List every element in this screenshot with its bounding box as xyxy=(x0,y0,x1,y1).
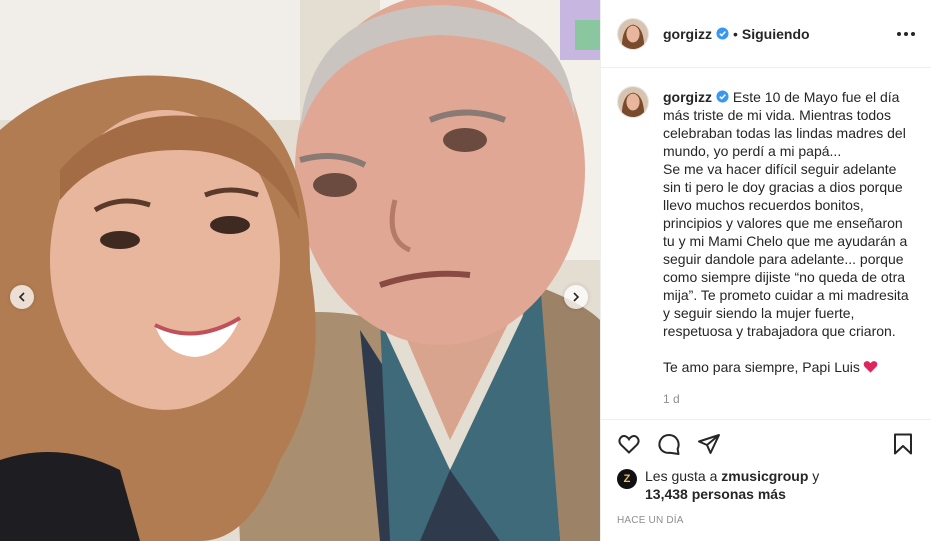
like-button[interactable] xyxy=(617,432,641,456)
caption-text: Este 10 de Mayo fue el día más triste de… xyxy=(663,89,909,339)
author-username[interactable]: gorgizz xyxy=(663,26,712,42)
avatar-image xyxy=(618,87,648,117)
next-photo-button[interactable] xyxy=(564,285,588,309)
caption-body: gorgizz Este 10 de Mayo fue el día más t… xyxy=(663,88,915,408)
post-header: gorgizz • Siguiendo xyxy=(601,0,931,68)
likes-count[interactable]: 13,438 personas más xyxy=(645,486,786,502)
comment-bubble-icon xyxy=(658,433,680,455)
post-side-panel: gorgizz • Siguiendo gorgizz Este 10 de M… xyxy=(600,0,931,541)
likes-prefix: Les gusta a xyxy=(645,468,718,484)
photo-scene xyxy=(0,0,600,541)
caption-comment: gorgizz Este 10 de Mayo fue el día más t… xyxy=(617,86,915,408)
author-avatar[interactable] xyxy=(617,17,649,50)
likes-summary: Z Les gusta a zmusicgroup y 13,438 perso… xyxy=(601,467,931,505)
more-options-icon xyxy=(897,31,901,36)
action-bar xyxy=(601,419,931,467)
verified-badge-icon xyxy=(716,90,729,103)
liker-username[interactable]: zmusicgroup xyxy=(721,468,808,484)
comment-time: 1 d xyxy=(663,392,680,406)
comments-area: gorgizz Este 10 de Mayo fue el día más t… xyxy=(601,68,931,419)
likes-and: y xyxy=(812,468,820,484)
verified-badge-icon xyxy=(716,27,729,40)
caption-closing: Te amo para siempre, Papi Luis xyxy=(663,359,860,375)
avatar-image xyxy=(618,18,648,49)
save-button[interactable] xyxy=(891,432,915,456)
chevron-left-icon xyxy=(18,292,25,302)
liker-avatar[interactable]: Z xyxy=(617,469,637,489)
bookmark-icon xyxy=(894,433,912,454)
previous-photo-button[interactable] xyxy=(10,285,34,309)
separator-dot: • xyxy=(733,25,738,42)
paper-plane-icon xyxy=(698,433,720,454)
chevron-right-icon xyxy=(573,292,580,302)
liker-avatar-glyph: Z xyxy=(623,473,631,485)
post-container: gorgizz • Siguiendo gorgizz Este 10 de M… xyxy=(0,0,931,541)
heart-icon xyxy=(618,434,640,454)
post-photo[interactable] xyxy=(0,0,600,541)
likes-text: Les gusta a zmusicgroup y 13,438 persona… xyxy=(645,467,819,503)
comment-button[interactable] xyxy=(657,432,681,456)
caption-username[interactable]: gorgizz xyxy=(663,89,712,105)
red-heart-emoji-icon xyxy=(863,361,878,373)
following-button[interactable]: Siguiendo xyxy=(742,26,810,42)
caption-author-avatar[interactable] xyxy=(617,86,649,118)
more-options-button[interactable] xyxy=(897,26,915,42)
post-timestamp[interactable]: HACE UN DÍA xyxy=(601,505,931,541)
share-button[interactable] xyxy=(697,432,721,456)
